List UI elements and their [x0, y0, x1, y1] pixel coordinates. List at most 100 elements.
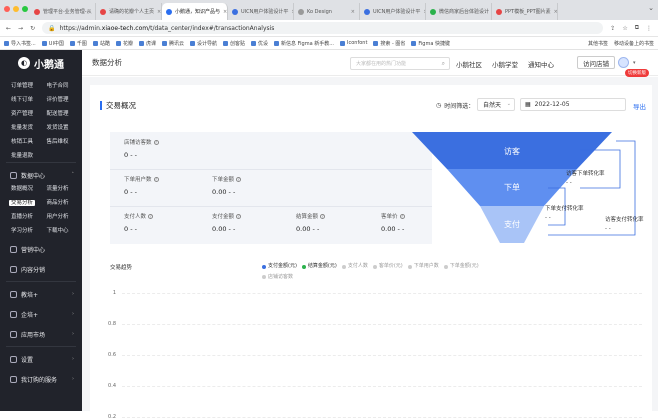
sidebar-link-data[interactable]: 直播分析	[11, 213, 47, 221]
top-link[interactable]: 小鹅学堂	[492, 59, 518, 69]
sidebar-link[interactable]: 资产管理	[11, 110, 47, 118]
account-chevron-icon[interactable]: ▾	[633, 60, 636, 66]
sidebar-section[interactable]: 营销中心	[0, 239, 82, 259]
share-icon[interactable]: ⇪	[610, 25, 615, 32]
bookmark-icon	[92, 40, 98, 46]
sidebar-link[interactable]: 售后维权	[47, 138, 83, 146]
sidebar-link-data[interactable]: 流量分析	[47, 185, 83, 193]
sidebar-link-data[interactable]: 数据概况	[11, 185, 47, 193]
bookmark-item[interactable]: 腾讯云	[161, 40, 184, 47]
top-link[interactable]: 通知中心	[528, 59, 554, 69]
minimize-window-icon[interactable]	[13, 6, 19, 12]
bookmark-item[interactable]: 虎课	[138, 40, 156, 47]
close-tab-icon[interactable]: ×	[554, 9, 557, 15]
browser-tab[interactable]: UICN用户体验设计平×	[228, 3, 294, 20]
url-field[interactable]: 🔒 https://admin.xiaoe-tech.com/t/data_ce…	[42, 22, 604, 34]
bookmark-item[interactable]: 花瓣	[115, 40, 133, 47]
legend-item[interactable]: 支付金额(元)	[262, 262, 297, 271]
browser-tab[interactable]: Ko Design ×	[294, 3, 360, 20]
close-tab-icon[interactable]: ×	[157, 9, 161, 15]
browser-tab[interactable]: 微信商家后台体验设计×	[426, 3, 492, 20]
extensions-icon[interactable]: ⧉	[635, 24, 639, 32]
bookmark-item[interactable]: Figma 快捷键	[411, 40, 450, 47]
browser-tab[interactable]: 小鹅通，知识产品与 ×	[162, 3, 228, 20]
sidebar-link[interactable]: 核销工具	[11, 138, 47, 146]
legend-item[interactable]: 结算金额(元)	[301, 262, 337, 271]
bookmark-item[interactable]: 导入书签...	[4, 40, 36, 47]
bookmark-item[interactable]: 站酷	[92, 40, 110, 47]
sidebar-link[interactable]: 电子合同	[47, 82, 83, 90]
sidebar-section[interactable]: 应用市场 ›	[0, 324, 82, 344]
bookmark-icon	[161, 40, 167, 46]
star-icon[interactable]: ☆	[622, 25, 627, 32]
top-link[interactable]: 小鹅社区	[456, 59, 482, 69]
bookmark-folder[interactable]: 其他书签	[588, 40, 608, 47]
browser-tab[interactable]: 请确的花瓣个人主页 ×	[96, 3, 162, 20]
rate-label: 下单支付转化率	[545, 206, 584, 212]
tab-search-icon[interactable]: ⌄	[648, 4, 654, 12]
browser-tab[interactable]: PPT模板_PPT图片素 ×	[492, 3, 558, 20]
bookmark-item[interactable]: 搜索 - 图省	[373, 40, 405, 47]
bookmark-icon	[340, 40, 346, 46]
bookmark-folder[interactable]: 移动设备上的书签	[614, 40, 654, 47]
browser-tab[interactable]: UICN用户体验设计平×	[360, 3, 426, 20]
sidebar-link-data[interactable]: 用户分析	[47, 213, 83, 221]
bookmark-item[interactable]: UI中国	[41, 40, 64, 47]
forward-icon[interactable]: →	[18, 25, 23, 32]
sidebar-link[interactable]: 评价管理	[47, 96, 83, 104]
visit-store-button[interactable]: 访问店铺	[577, 56, 615, 69]
back-icon[interactable]: ←	[6, 25, 11, 32]
sidebar-link[interactable]: 批量发货	[11, 124, 47, 132]
close-window-icon[interactable]	[4, 6, 10, 12]
sidebar-section[interactable]: 教培+ ›	[0, 284, 82, 304]
maximize-window-icon[interactable]	[22, 6, 28, 12]
bookmark-icon	[4, 40, 9, 46]
tab-label: 小鹅通，知识产品与	[175, 9, 221, 15]
bookmark-item[interactable]: 设计导航	[190, 40, 217, 47]
bookmark-item[interactable]: 创客贴	[223, 40, 245, 47]
sidebar-link[interactable]: 批量退款	[11, 152, 47, 160]
sidebar-link-data[interactable]: 商品分析	[47, 199, 83, 207]
menu-icon[interactable]: ⋮	[646, 25, 652, 32]
close-tab-icon[interactable]: ×	[351, 9, 355, 15]
legend-item[interactable]: 下单金额(元)	[443, 262, 479, 271]
sidebar-section[interactable]: 我订购的服务 ›	[0, 369, 82, 389]
tab-label: Ko Design	[307, 8, 332, 15]
close-tab-icon[interactable]: ×	[223, 9, 227, 15]
trend-legend: 支付金额(元) 结算金额(元) 支付人数 客单价(元) 下单用户数 下单金额(元) 店铺访客…	[262, 262, 502, 283]
sidebar-section-data-center[interactable]: 数据中心 ˄	[0, 165, 82, 185]
browser-tab[interactable]: 管理平台-业务管理-从×	[30, 3, 96, 20]
switch-version-badge[interactable]: 切换新版	[625, 69, 649, 77]
sidebar-link[interactable]: 线下订单	[11, 96, 47, 104]
tab-favicon-icon	[232, 8, 238, 15]
legend-item[interactable]: 店铺访客数	[262, 273, 293, 282]
sidebar-link-data[interactable]: 学习分析	[11, 227, 47, 235]
legend-item[interactable]: 客单价(元)	[372, 262, 403, 271]
sidebar-divider	[6, 162, 76, 163]
sidebar-section[interactable]: 内容分销	[0, 259, 82, 279]
legend-label: 店铺访客数	[268, 273, 294, 280]
legend-item[interactable]: 支付人数	[341, 262, 368, 271]
sidebar-link[interactable]: 发货设置	[47, 124, 83, 132]
bookmark-item[interactable]: 优设	[251, 40, 268, 47]
sidebar-link-label: 交易分析	[9, 200, 36, 206]
sidebar-link-data[interactable]: 下载中心	[47, 227, 83, 235]
legend-dot-icon	[372, 264, 377, 269]
legend-item[interactable]: 下单用户数	[407, 262, 439, 271]
sidebar-section[interactable]: 设置 ›	[0, 349, 82, 369]
sidebar-link-data[interactable]: 交易分析	[9, 199, 47, 207]
sidebar-link[interactable]: 配送管理	[47, 110, 83, 118]
funnel-label: 访客	[504, 147, 520, 156]
search-input[interactable]: 大家都在用的热门功能 ⌕	[350, 57, 450, 70]
bookmark-item[interactable]: 千图	[69, 40, 87, 47]
sidebar-section[interactable]: 企培+ ›	[0, 304, 82, 324]
avatar[interactable]	[618, 57, 629, 68]
bookmark-item[interactable]: 新信息 Figma 新手教...	[274, 40, 334, 47]
search-icon[interactable]: ⌕	[442, 60, 445, 68]
reload-icon[interactable]: ↻	[30, 25, 35, 32]
gear-icon	[10, 355, 17, 363]
y-tick-label: 1	[112, 290, 116, 296]
brand-logo[interactable]: ◐ 小鹅通	[0, 50, 82, 76]
sidebar-link[interactable]: 订单管理	[11, 82, 47, 90]
bookmark-item[interactable]: Iconfont	[340, 40, 367, 47]
